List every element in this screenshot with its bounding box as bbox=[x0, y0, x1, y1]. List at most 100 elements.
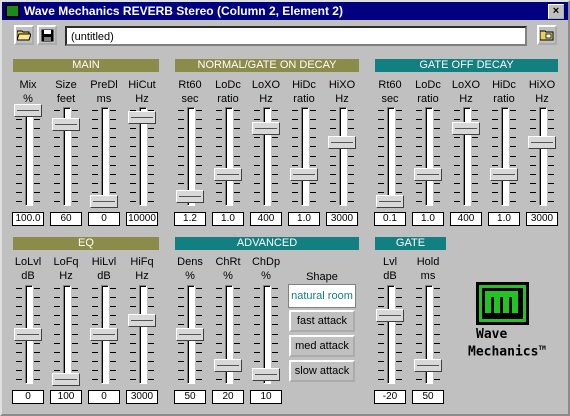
g-rt60-value-field[interactable]: 0.1 bbox=[374, 212, 406, 226]
hifq-slider-track[interactable] bbox=[139, 285, 147, 384]
hicut-value-field[interactable]: 10000 bbox=[126, 212, 158, 226]
hilvl-value-field[interactable]: 0 bbox=[88, 390, 120, 404]
lvl-slider-thumb[interactable] bbox=[376, 309, 404, 322]
n-loxo-slider-thumb[interactable] bbox=[252, 122, 280, 135]
lofq-tick bbox=[72, 361, 78, 362]
lolvl-tick bbox=[34, 370, 40, 371]
shape-option-med-attack[interactable]: med attack bbox=[289, 335, 355, 357]
lolvl-tick bbox=[16, 315, 22, 316]
n-loxo-value-field[interactable]: 400 bbox=[250, 212, 282, 226]
hifq-value-field[interactable]: 3000 bbox=[126, 390, 158, 404]
n-hixo-tick bbox=[348, 165, 354, 166]
g-lodc-tick bbox=[416, 156, 422, 157]
lofq-slider-thumb[interactable] bbox=[52, 373, 80, 386]
predl-tick bbox=[110, 146, 116, 147]
g-lodc-slider-track[interactable] bbox=[425, 107, 433, 206]
dens-tick bbox=[178, 315, 184, 316]
save-button[interactable] bbox=[37, 25, 57, 45]
hilvl-tick bbox=[92, 315, 98, 316]
lolvl-value-field[interactable]: 0 bbox=[12, 390, 44, 404]
g-rt60-slider-thumb[interactable] bbox=[376, 195, 404, 208]
chdp-tick bbox=[254, 315, 260, 316]
g-lodc-label: LoDc ratio bbox=[415, 79, 441, 105]
g-lodc-tick bbox=[416, 137, 422, 138]
n-hixo-value-field[interactable]: 3000 bbox=[326, 212, 358, 226]
g-rt60-slider-track[interactable] bbox=[387, 107, 395, 206]
chrt-slider-thumb[interactable] bbox=[214, 359, 242, 372]
n-hidc-tick bbox=[310, 201, 316, 202]
mix-value-field[interactable]: 100.0 bbox=[12, 212, 44, 226]
open-button[interactable] bbox=[14, 25, 34, 45]
predl-slider-thumb[interactable] bbox=[90, 195, 118, 208]
n-loxo-tick bbox=[272, 165, 278, 166]
n-loxo-tick bbox=[272, 137, 278, 138]
lofq-slider-track[interactable] bbox=[63, 285, 71, 384]
mix-slider-thumb[interactable] bbox=[14, 104, 42, 117]
predl-value-field[interactable]: 0 bbox=[88, 212, 120, 226]
mix-slider-track[interactable] bbox=[25, 107, 33, 206]
n-lodc-slider-track[interactable] bbox=[225, 107, 233, 206]
g-hixo-slider-track[interactable] bbox=[539, 107, 547, 206]
g-hidc-tick bbox=[510, 201, 516, 202]
shape-option-fast-attack[interactable]: fast attack bbox=[289, 310, 355, 332]
lvl-value-field[interactable]: -20 bbox=[374, 390, 406, 404]
hold-slider-thumb[interactable] bbox=[414, 359, 442, 372]
n-lodc-value-field[interactable]: 1.0 bbox=[212, 212, 244, 226]
n-hidc-value-field[interactable]: 1.0 bbox=[288, 212, 320, 226]
n-rt60-value-field[interactable]: 1.2 bbox=[174, 212, 206, 226]
shape-option-slow-attack[interactable]: slow attack bbox=[289, 360, 355, 382]
n-rt60-slider-thumb[interactable] bbox=[176, 190, 204, 203]
predl-slider-track[interactable] bbox=[101, 107, 109, 206]
dens-slider-thumb[interactable] bbox=[176, 328, 204, 341]
hold-tick bbox=[434, 334, 440, 335]
hilvl-tick bbox=[110, 297, 116, 298]
hicut-tick bbox=[148, 201, 154, 202]
n-lodc-slider-thumb[interactable] bbox=[214, 168, 242, 181]
n-loxo-tick bbox=[272, 183, 278, 184]
n-hixo-tick bbox=[330, 128, 336, 129]
n-rt60-tick bbox=[196, 146, 202, 147]
n-hidc-tick bbox=[310, 110, 316, 111]
dens-tick bbox=[178, 379, 184, 380]
g-hidc-value-field[interactable]: 1.0 bbox=[488, 212, 520, 226]
dens-value-field[interactable]: 50 bbox=[174, 390, 206, 404]
hicut-slider-thumb[interactable] bbox=[128, 111, 156, 124]
chdp-slider-thumb[interactable] bbox=[252, 368, 280, 381]
g-lodc-value-field[interactable]: 1.0 bbox=[412, 212, 444, 226]
lvl-slider-track[interactable] bbox=[387, 285, 395, 384]
lolvl-tick bbox=[34, 343, 40, 344]
shape-option-natural-room[interactable]: natural room bbox=[288, 284, 356, 308]
g-hidc-slider-track[interactable] bbox=[501, 107, 509, 206]
n-hidc-slider-thumb[interactable] bbox=[290, 168, 318, 181]
hold-tick bbox=[416, 315, 422, 316]
mix-tick bbox=[34, 119, 40, 120]
mix-tick bbox=[34, 192, 40, 193]
predl-tick bbox=[110, 119, 116, 120]
g-hidc-slider-thumb[interactable] bbox=[490, 168, 518, 181]
g-loxo-slider-thumb[interactable] bbox=[452, 122, 480, 135]
dens-tick bbox=[196, 306, 202, 307]
hilvl-tick bbox=[110, 315, 116, 316]
browse-button[interactable] bbox=[537, 25, 557, 45]
lofq-value-field[interactable]: 100 bbox=[50, 390, 82, 404]
g-hixo-slider-thumb[interactable] bbox=[528, 136, 556, 149]
g-loxo-value-field[interactable]: 400 bbox=[450, 212, 482, 226]
lolvl-slider-thumb[interactable] bbox=[14, 328, 42, 341]
predl-tick bbox=[92, 156, 98, 157]
lvl-tick bbox=[396, 379, 402, 380]
g-lodc-slider-thumb[interactable] bbox=[414, 168, 442, 181]
hilvl-slider-thumb[interactable] bbox=[90, 328, 118, 341]
hold-value-field[interactable]: 50 bbox=[412, 390, 444, 404]
chdp-value-field[interactable]: 10 bbox=[250, 390, 282, 404]
size-slider-thumb[interactable] bbox=[52, 118, 80, 131]
close-button[interactable]: × bbox=[548, 4, 564, 19]
n-hixo-tick bbox=[330, 156, 336, 157]
size-value-field[interactable]: 60 bbox=[50, 212, 82, 226]
chrt-value-field[interactable]: 20 bbox=[212, 390, 244, 404]
preset-name-field[interactable]: (untitled) bbox=[65, 26, 527, 46]
n-hixo-slider-thumb[interactable] bbox=[328, 136, 356, 149]
g-hixo-value-field[interactable]: 3000 bbox=[526, 212, 558, 226]
n-hidc-slider-track[interactable] bbox=[301, 107, 309, 206]
hifq-slider-thumb[interactable] bbox=[128, 314, 156, 327]
n-hixo-slider-track[interactable] bbox=[339, 107, 347, 206]
